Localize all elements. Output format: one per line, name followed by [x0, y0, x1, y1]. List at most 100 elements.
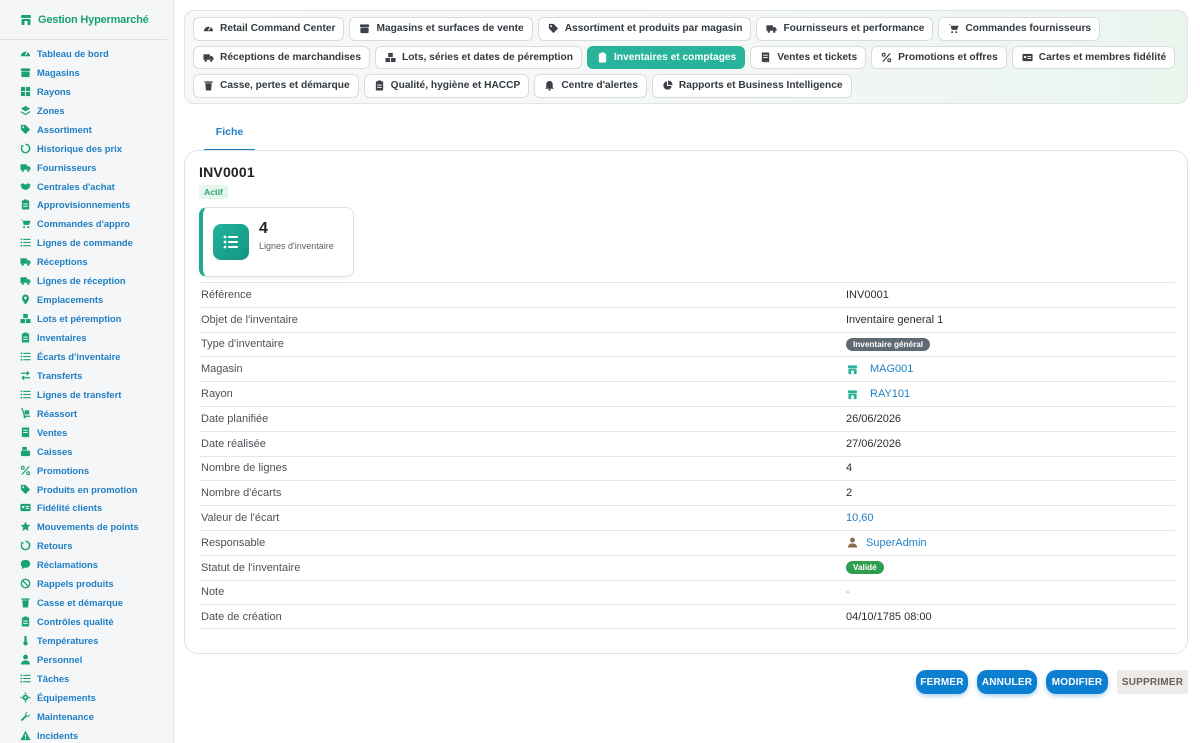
sidebar-item[interactable]: Lignes de transfert [0, 385, 173, 404]
sidebar-item[interactable]: Écarts d'inventaire [0, 347, 173, 366]
id-card-icon [19, 502, 31, 514]
module-tab[interactable]: Réceptions de marchandises [193, 45, 370, 69]
record-link[interactable]: RAY101 [870, 388, 910, 400]
sidebar-item-label: Lignes de réception [37, 275, 126, 287]
module-tab[interactable]: Casse, pertes et démarque [193, 74, 359, 98]
sidebar-item[interactable]: Tableau de bord [0, 44, 173, 63]
user-link[interactable]: SuperAdmin [866, 537, 927, 549]
trash-icon [203, 80, 214, 91]
value-link[interactable]: 10,60 [846, 512, 874, 524]
module-tab[interactable]: Commandes fournisseurs [938, 17, 1101, 41]
module-tab[interactable]: Fournisseurs et performance [756, 17, 934, 41]
module-tab[interactable]: Promotions et offres [871, 45, 1007, 69]
dashboard-icon [19, 47, 31, 59]
sidebar-item[interactable]: Maintenance [0, 707, 173, 726]
cancel-button[interactable]: ANNULER [977, 670, 1037, 694]
sidebar-item[interactable]: Emplacements [0, 290, 173, 309]
sidebar-item-label: Zones [37, 104, 65, 116]
history-icon [19, 142, 31, 154]
truck-loading-icon [19, 256, 31, 268]
sidebar-item[interactable]: Lots et péremption [0, 309, 173, 328]
module-tab[interactable]: Ventes et tickets [750, 45, 867, 69]
sidebar-item-label: Caisses [37, 445, 73, 457]
sidebar-item[interactable]: Tâches [0, 669, 173, 688]
module-tab[interactable]: Qualité, hygiène et HACCP [363, 74, 530, 98]
sidebar-item[interactable]: Magasins [0, 63, 173, 82]
close-button[interactable]: FERMER [916, 670, 968, 694]
sidebar-item[interactable]: Équipements [0, 688, 173, 707]
record-card: INV0001 Actif 4 Lignes d'inventaire Réfé… [184, 150, 1188, 654]
module-tab[interactable]: Inventaires et comptages [586, 45, 746, 69]
store-icon [19, 66, 31, 78]
sidebar-item[interactable]: Commandes d'appro [0, 214, 173, 233]
delete-button[interactable]: SUPPRIMER [1117, 670, 1188, 694]
value-text: 27/06/2026 [846, 437, 902, 450]
sidebar-item[interactable]: Rappels produits [0, 574, 173, 593]
sidebar-item-label: Commandes d'appro [37, 218, 130, 230]
sidebar-item[interactable]: Températures [0, 631, 173, 650]
receipt-icon [19, 426, 31, 438]
sidebar-item[interactable]: Retours [0, 536, 173, 555]
sidebar-item[interactable]: Contrôles qualité [0, 612, 173, 631]
module-tab[interactable]: Rapports et Business Intelligence [651, 74, 852, 98]
sidebar-item[interactable]: Lignes de commande [0, 233, 173, 252]
module-tab[interactable]: Retail Command Center [193, 17, 345, 41]
receipt-icon [760, 52, 771, 63]
sidebar-item[interactable]: Incidents [0, 726, 173, 743]
sidebar-item-label: Historique des prix [37, 142, 122, 154]
percent-icon [19, 464, 31, 476]
sidebar-item[interactable]: Caisses [0, 442, 173, 461]
sidebar-item[interactable]: Fidélité clients [0, 499, 173, 518]
value-text: Inventaire general 1 [846, 313, 944, 326]
brand[interactable]: Gestion Hypermarché [0, 0, 167, 40]
sidebar-item-label: Équipements [37, 691, 96, 703]
sidebar-item[interactable]: Rayons [0, 82, 173, 101]
field-label: Date réalisée [201, 437, 266, 450]
tab-fiche[interactable]: Fiche [204, 123, 255, 151]
sidebar-item[interactable]: Transferts [0, 366, 173, 385]
field-value: 4 [846, 462, 852, 474]
sidebar-item-label: Réceptions [37, 256, 88, 268]
sidebar-item-label: Personnel [37, 653, 83, 665]
field-value: Validé [846, 561, 884, 575]
module-tab[interactable]: Lots, séries et dates de péremption [374, 45, 582, 69]
dolly-icon [19, 407, 31, 419]
edit-button[interactable]: MODIFIER [1046, 670, 1108, 694]
stat-card-lines[interactable]: 4 Lignes d'inventaire [199, 207, 354, 277]
module-tab[interactable]: Magasins et surfaces de vente [349, 17, 533, 41]
sidebar-item[interactable]: Lignes de réception [0, 271, 173, 290]
thermometer-icon [19, 635, 31, 647]
sidebar-item[interactable]: Assortiment [0, 120, 173, 139]
sidebar-item[interactable]: Zones [0, 101, 173, 120]
module-tab-label: Centre d'alertes [561, 80, 638, 92]
sidebar-item[interactable]: Réassort [0, 404, 173, 423]
sidebar-item[interactable]: Historique des prix [0, 139, 173, 158]
sidebar-item-label: Centrales d'achat [37, 180, 115, 192]
field-label: Objet de l'inventaire [201, 313, 298, 326]
sidebar-item[interactable]: Centrales d'achat [0, 177, 173, 196]
sidebar-item[interactable]: Personnel [0, 650, 173, 669]
sidebar-item-label: Emplacements [37, 294, 104, 306]
sidebar-item-label: Incidents [37, 729, 79, 741]
status-badge: Validé [846, 561, 884, 575]
sidebar-item-label: Transferts [37, 369, 83, 381]
sidebar-item[interactable]: Réceptions [0, 252, 173, 271]
sidebar-item[interactable]: Produits en promotion [0, 480, 173, 499]
sidebar-item[interactable]: Approvisionnements [0, 196, 173, 215]
detail-row: Statut de l'inventaire Validé [199, 554, 1175, 580]
sidebar-item[interactable]: Casse et démarque [0, 593, 173, 612]
sidebar-item-label: Lignes de transfert [37, 388, 122, 400]
module-tab[interactable]: Cartes et membres fidélité [1011, 45, 1176, 69]
module-tab[interactable]: Centre d'alertes [534, 74, 647, 98]
list-icon [19, 350, 31, 362]
sidebar-item[interactable]: Inventaires [0, 328, 173, 347]
module-tab[interactable]: Assortiment et produits par magasin [537, 17, 752, 41]
sidebar-item[interactable]: Réclamations [0, 555, 173, 574]
field-label: Date planifiée [201, 412, 269, 425]
sidebar-item-label: Approvisionnements [37, 199, 131, 211]
sidebar-item[interactable]: Ventes [0, 423, 173, 442]
record-link[interactable]: MAG001 [870, 363, 913, 375]
sidebar-item[interactable]: Fournisseurs [0, 158, 173, 177]
sidebar-item[interactable]: Mouvements de points [0, 517, 173, 536]
sidebar-item[interactable]: Promotions [0, 461, 173, 480]
